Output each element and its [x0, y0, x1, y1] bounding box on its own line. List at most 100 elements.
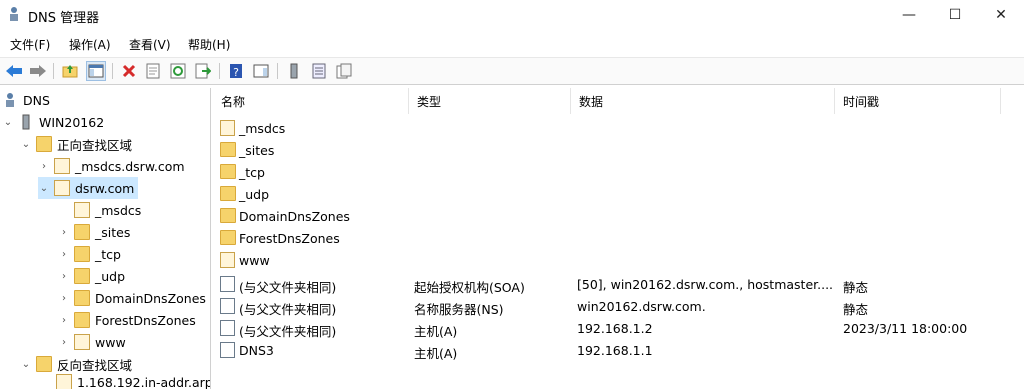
refresh-button[interactable]: [168, 61, 188, 81]
tree-item-reverse-zone[interactable]: 1.168.192.in-addr.arpa: [56, 371, 211, 389]
records-list: 名称 类型 数据 时间戳 _msdcs _sites _tcp _udp Dom…: [213, 88, 1024, 389]
tree-item-child-www[interactable]: › www: [58, 331, 126, 353]
chevron-right-icon[interactable]: ›: [58, 337, 70, 348]
column-header-timestamp[interactable]: 时间戳: [835, 88, 1001, 114]
record-timestamp: 2023/3/11 18:00:00: [843, 321, 968, 336]
table-row[interactable]: (与父文件夹相同) 主机(A) 192.168.1.2 2023/3/11 18…: [213, 317, 1024, 339]
record-name: (与父文件夹相同): [239, 324, 337, 339]
up-level-button[interactable]: [60, 61, 80, 81]
table-row[interactable]: ForestDnsZones: [213, 227, 1024, 249]
chevron-right-icon[interactable]: ›: [38, 161, 50, 172]
console-tree: DNS ⌄ WIN20162 ⌄ 正向查找区域 › _msdcs.dsrw.co…: [0, 88, 211, 389]
tree-label: WIN20162: [39, 114, 105, 130]
folder-icon: [36, 136, 52, 152]
close-button[interactable]: ✕: [978, 0, 1024, 30]
chevron-right-icon[interactable]: ›: [58, 227, 70, 238]
tree-label: ForestDnsZones: [95, 312, 196, 328]
menu-view[interactable]: 查看(V): [129, 36, 171, 53]
tree-item-zone-dsrw[interactable]: ⌄ dsrw.com: [38, 177, 139, 199]
copy-icon: [336, 63, 352, 79]
menu-action[interactable]: 操作(A): [69, 36, 111, 53]
back-button[interactable]: [4, 61, 24, 81]
delegated-zone-icon: [74, 334, 90, 350]
chevron-down-icon[interactable]: ⌄: [38, 183, 50, 194]
tree-item-child-forestdnszones[interactable]: › ForestDnsZones: [58, 309, 196, 331]
column-header-label: 时间戳: [843, 94, 880, 109]
chevron-down-icon[interactable]: ⌄: [2, 117, 14, 128]
record-name: www: [239, 253, 270, 268]
chevron-down-icon[interactable]: ⌄: [20, 139, 32, 150]
table-row[interactable]: _msdcs: [213, 117, 1024, 139]
record-name: (与父文件夹相同): [239, 280, 337, 295]
minimize-button[interactable]: —: [886, 0, 932, 30]
column-header-type[interactable]: 类型: [409, 88, 571, 114]
zone-icon: [54, 180, 70, 196]
dns-root-icon: [6, 93, 14, 107]
chevron-down-icon[interactable]: ⌄: [20, 359, 32, 370]
folder-icon: [220, 230, 236, 245]
folder-icon: [74, 224, 90, 240]
folder-icon: [74, 246, 90, 262]
export-list-button[interactable]: [193, 61, 213, 81]
close-icon: ✕: [995, 7, 1007, 23]
record-icon: [220, 276, 235, 292]
tree-label: DomainDnsZones: [95, 290, 206, 306]
zone-icon: [56, 374, 72, 389]
chevron-right-icon[interactable]: ›: [58, 249, 70, 260]
record-type: 主机(A): [414, 346, 458, 361]
chevron-right-icon[interactable]: ›: [58, 315, 70, 326]
tree-item-child-sites[interactable]: › _sites: [58, 221, 130, 243]
record-type: 起始授权机构(SOA): [414, 280, 525, 295]
list-button[interactable]: [309, 61, 329, 81]
table-row[interactable]: DNS3 主机(A) 192.168.1.1: [213, 339, 1024, 361]
tree-item-child-udp[interactable]: › _udp: [58, 265, 125, 287]
maximize-button[interactable]: ☐: [932, 0, 978, 30]
tree-label: _sites: [95, 224, 131, 240]
refresh-icon: [170, 63, 186, 79]
table-row[interactable]: _sites: [213, 139, 1024, 161]
folder-icon: [74, 290, 90, 306]
tree-label: 1.168.192.in-addr.arpa: [77, 374, 211, 389]
table-row[interactable]: DomainDnsZones: [213, 205, 1024, 227]
tree-item-forward-lookup[interactable]: ⌄ 正向查找区域: [20, 133, 132, 155]
zone-icon: [54, 158, 70, 174]
column-header-data[interactable]: 数据: [571, 88, 835, 114]
chevron-right-icon[interactable]: ›: [58, 271, 70, 282]
table-row[interactable]: _udp: [213, 183, 1024, 205]
copy-button[interactable]: [334, 61, 354, 81]
column-header-label: 名称: [221, 94, 246, 109]
tree-label: _tcp: [95, 246, 121, 262]
tree-label: _udp: [95, 268, 126, 284]
record-type: 名称服务器(NS): [414, 302, 504, 317]
tree-item-child-tcp[interactable]: › _tcp: [58, 243, 121, 265]
tree-item-child-msdcs[interactable]: _msdcs: [74, 199, 141, 221]
delete-button[interactable]: [119, 61, 139, 81]
table-row[interactable]: (与父文件夹相同) 名称服务器(NS) win20162.dsrw.com. 静…: [213, 295, 1024, 317]
record-timestamp: 静态: [843, 280, 869, 295]
menu-help[interactable]: 帮助(H): [188, 36, 230, 53]
server-icon: [22, 114, 30, 130]
action-pane-icon: [253, 64, 269, 78]
tree-item-zone-msdcs[interactable]: › _msdcs.dsrw.com: [38, 155, 185, 177]
forward-button[interactable]: [28, 61, 48, 81]
column-header-name[interactable]: 名称: [213, 88, 409, 114]
table-row[interactable]: _tcp: [213, 161, 1024, 183]
svg-text:?: ?: [233, 66, 239, 79]
show-hide-console-tree-button[interactable]: [86, 61, 106, 81]
help-button[interactable]: ?: [226, 61, 246, 81]
table-row[interactable]: (与父文件夹相同) 起始授权机构(SOA) [50], win20162.dsr…: [213, 273, 1024, 295]
properties-button[interactable]: [143, 61, 163, 81]
menu-file[interactable]: 文件(F): [10, 36, 50, 53]
menu-bar: 文件(F) 操作(A) 查看(V) 帮助(H): [0, 33, 1024, 55]
console-tree-icon: [88, 64, 104, 78]
folder-icon: [220, 164, 236, 179]
folder-icon: [74, 312, 90, 328]
server-button[interactable]: [284, 61, 304, 81]
list-icon: [312, 63, 326, 79]
table-row[interactable]: www: [213, 249, 1024, 271]
tree-item-server[interactable]: ⌄ WIN20162: [2, 111, 104, 133]
chevron-right-icon[interactable]: ›: [58, 293, 70, 304]
tree-item-dns[interactable]: DNS: [2, 89, 50, 111]
show-action-pane-button[interactable]: [251, 61, 271, 81]
tree-item-child-domaindnszones[interactable]: › DomainDnsZones: [58, 287, 206, 309]
